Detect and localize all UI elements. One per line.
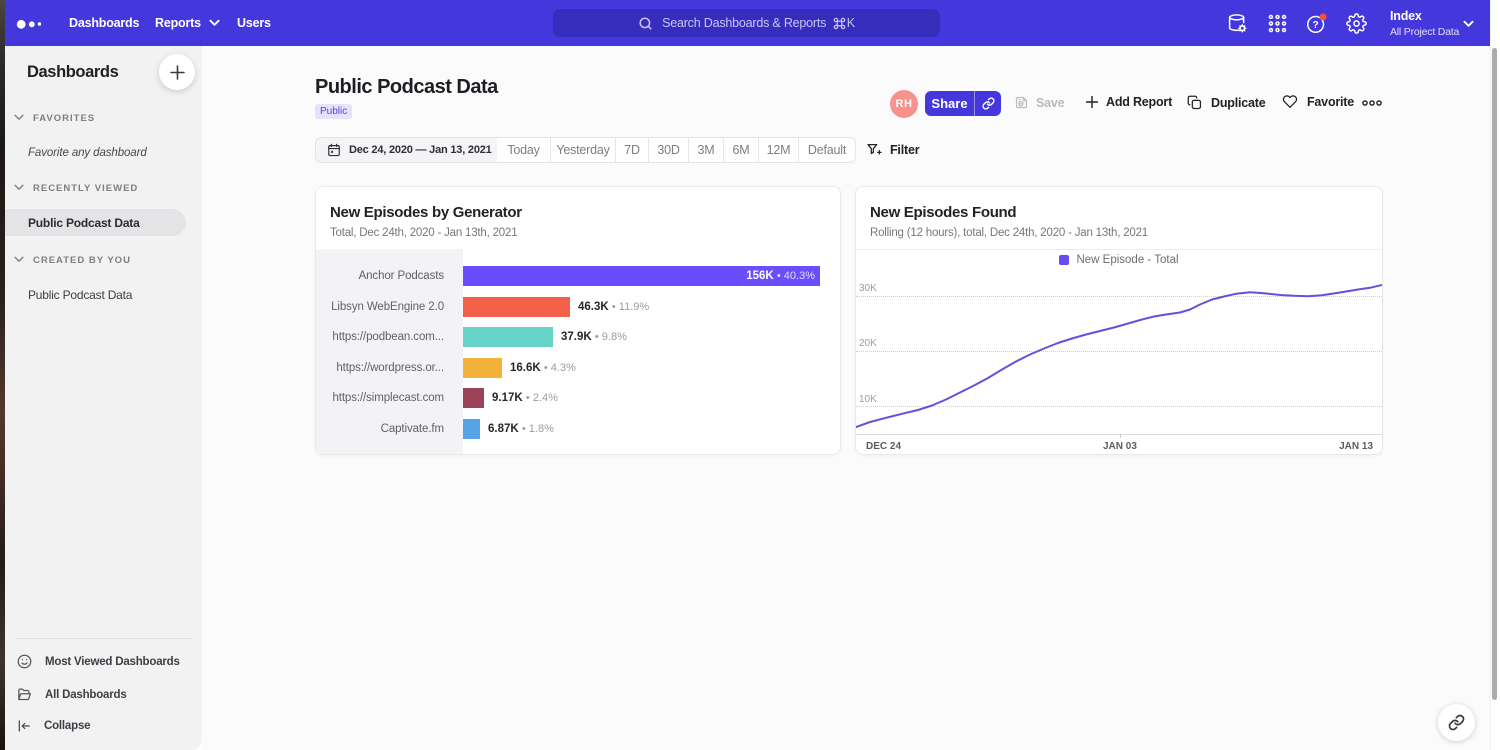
- svg-text:?: ?: [1313, 20, 1319, 31]
